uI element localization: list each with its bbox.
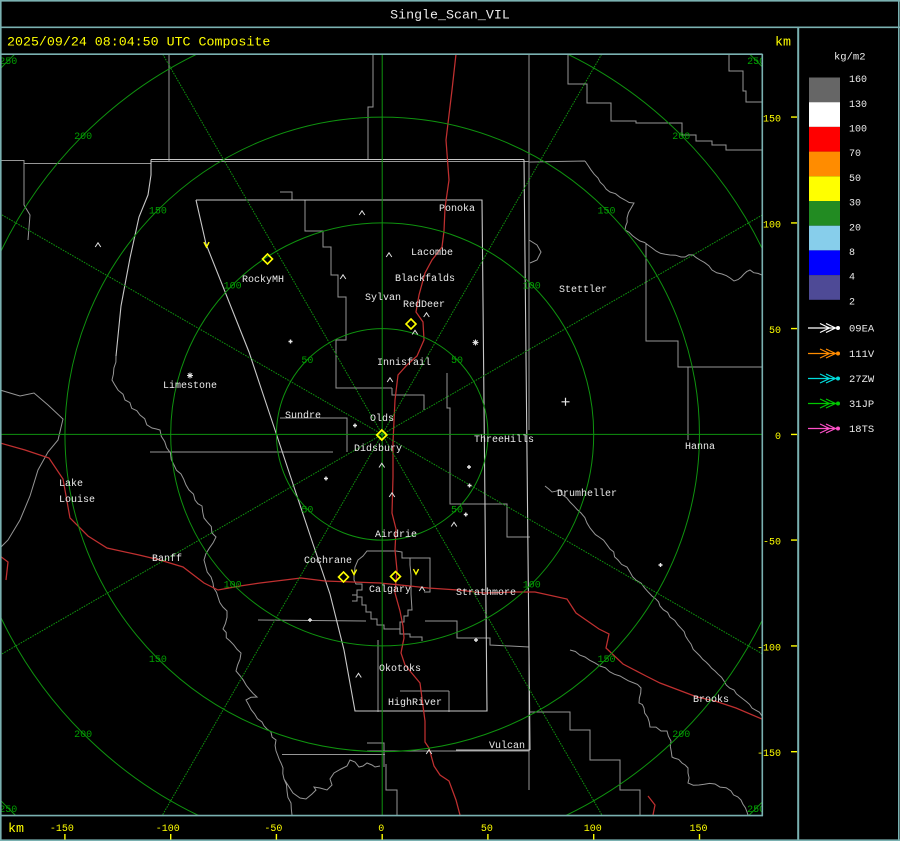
svg-text:100: 100	[523, 581, 541, 592]
svg-text:Olds: Olds	[370, 413, 394, 425]
svg-text:100: 100	[224, 281, 242, 292]
svg-text:150: 150	[597, 655, 615, 666]
svg-text:Innisfail: Innisfail	[377, 357, 431, 369]
svg-text:100: 100	[584, 824, 602, 835]
svg-text:RockyMH: RockyMH	[242, 274, 284, 286]
svg-text:Didsbury: Didsbury	[354, 443, 402, 455]
svg-text:Airdrie: Airdrie	[375, 529, 417, 541]
svg-text:111V: 111V	[849, 349, 875, 361]
svg-text:200: 200	[672, 132, 690, 143]
svg-text:50: 50	[451, 506, 463, 517]
svg-text:km: km	[775, 34, 791, 49]
svg-text:Cochrane: Cochrane	[304, 555, 352, 567]
svg-text:150: 150	[149, 655, 167, 666]
svg-text:100: 100	[763, 220, 781, 231]
svg-text:30: 30	[849, 199, 861, 210]
svg-text:250: 250	[0, 805, 17, 816]
svg-text:200: 200	[74, 132, 92, 143]
svg-text:-150: -150	[50, 824, 74, 835]
svg-text:50: 50	[301, 506, 313, 517]
svg-text:0: 0	[775, 432, 781, 443]
svg-text:Limestone: Limestone	[163, 380, 217, 392]
svg-text:-150: -150	[757, 749, 781, 760]
svg-text:2025/09/24 08:04:50 UTC Compos: 2025/09/24 08:04:50 UTC Composite	[7, 34, 270, 49]
svg-text:50: 50	[481, 824, 493, 835]
svg-text:150: 150	[149, 207, 167, 218]
svg-text:Strathmore: Strathmore	[456, 587, 516, 599]
svg-text:RedDeer: RedDeer	[403, 299, 445, 311]
svg-text:Blackfalds: Blackfalds	[395, 273, 455, 285]
svg-text:8: 8	[849, 248, 855, 259]
svg-text:100: 100	[224, 581, 242, 592]
svg-text:-100: -100	[156, 824, 180, 835]
svg-text:130: 130	[849, 100, 867, 111]
svg-text:200: 200	[74, 730, 92, 741]
svg-text:150: 150	[689, 824, 707, 835]
svg-text:200: 200	[672, 730, 690, 741]
svg-text:Hanna: Hanna	[685, 442, 715, 453]
svg-text:50: 50	[301, 356, 313, 367]
svg-text:ThreeHills: ThreeHills	[474, 434, 534, 446]
svg-text:Lake: Lake	[59, 478, 83, 490]
svg-text:09EA: 09EA	[849, 324, 875, 336]
svg-text:Brooks: Brooks	[693, 694, 729, 706]
svg-text:Louise: Louise	[59, 494, 95, 506]
svg-text:4: 4	[849, 273, 855, 284]
svg-text:-100: -100	[757, 643, 781, 654]
svg-text:150: 150	[597, 207, 615, 218]
svg-text:kg/m2: kg/m2	[834, 52, 866, 64]
svg-text:Single_Scan_VIL: Single_Scan_VIL	[390, 7, 510, 22]
svg-text:Lacombe: Lacombe	[411, 247, 453, 259]
svg-text:Stettler: Stettler	[559, 284, 607, 296]
svg-text:Vulcan: Vulcan	[489, 740, 525, 752]
svg-text:27ZW: 27ZW	[849, 374, 875, 386]
svg-text:Sylvan: Sylvan	[365, 292, 401, 304]
svg-text:18TS: 18TS	[849, 424, 874, 436]
svg-text:20: 20	[849, 223, 861, 234]
svg-text:Okotoks: Okotoks	[379, 663, 421, 675]
svg-text:2: 2	[849, 297, 855, 308]
svg-text:-50: -50	[763, 538, 781, 549]
svg-text:50: 50	[769, 326, 781, 337]
svg-text:50: 50	[451, 356, 463, 367]
svg-text:100: 100	[849, 125, 867, 136]
svg-text:150: 150	[763, 115, 781, 126]
svg-text:Banff: Banff	[152, 553, 182, 565]
svg-text:HighRiver: HighRiver	[388, 697, 442, 709]
svg-text:Ponoka: Ponoka	[439, 203, 475, 215]
svg-text:Drumheller: Drumheller	[557, 488, 617, 500]
svg-text:km: km	[8, 821, 24, 836]
svg-text:50: 50	[849, 174, 861, 185]
svg-text:31JP: 31JP	[849, 399, 874, 411]
svg-text:Calgary: Calgary	[369, 584, 411, 596]
svg-text:100: 100	[523, 281, 541, 292]
svg-text:-50: -50	[264, 824, 282, 835]
svg-text:70: 70	[849, 149, 861, 160]
svg-text:160: 160	[849, 75, 867, 86]
svg-text:Sundre: Sundre	[285, 410, 321, 422]
svg-text:0: 0	[378, 824, 384, 835]
svg-text:250: 250	[0, 57, 17, 68]
